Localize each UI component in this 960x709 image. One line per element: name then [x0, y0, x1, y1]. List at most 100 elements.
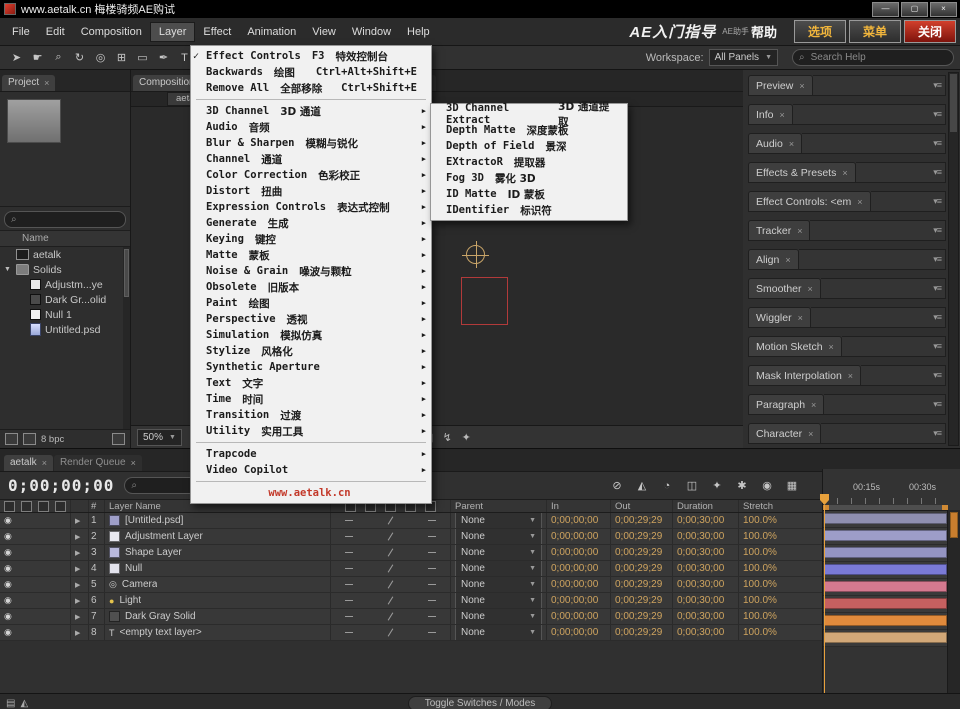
options-button[interactable]: 选项 — [794, 20, 846, 43]
panel-menu-icon[interactable]: ▾≡ — [933, 167, 941, 178]
layer-bar-row[interactable] — [823, 545, 960, 562]
layer-duration-bar[interactable] — [824, 564, 947, 575]
effect-menu-item[interactable]: Utility 实用工具 — [191, 423, 431, 439]
layer-name[interactable]: Camera — [122, 579, 158, 590]
toggle-switches-modes-button[interactable]: Toggle Switches / Modes — [408, 696, 553, 709]
layer-in-time[interactable]: 0;00;00;00 — [546, 609, 610, 624]
layer-row[interactable]: ◉ ▶ 1 [Untitled.psd] None▼ 0;00;00;00 — [0, 513, 822, 529]
layer-in-time[interactable]: 0;00;00;00 — [546, 561, 610, 576]
parent-dropdown[interactable]: None▼ — [455, 577, 542, 592]
item-label[interactable]: Untitled.psd — [45, 324, 100, 336]
close-panel-icon[interactable]: × — [848, 371, 853, 381]
parent-dropdown[interactable]: None▼ — [455, 545, 542, 560]
effect-menu-item[interactable]: Simulation 模拟仿真 — [191, 327, 431, 343]
interpret-footage-icon[interactable] — [5, 433, 18, 445]
timeline-toggle-icon[interactable]: ▦ — [784, 478, 800, 494]
close-panel-icon[interactable]: × — [785, 255, 790, 265]
project-item-row[interactable]: ▼ Null 1 — [0, 307, 130, 322]
layer-color-swatch[interactable] — [109, 515, 120, 526]
timeline-toggle-icon[interactable]: ⊘ — [609, 478, 625, 494]
timeline-toggle-icon[interactable]: ◫ — [684, 478, 700, 494]
layer-stretch[interactable]: 100.0% — [738, 529, 814, 544]
effect-menu-item[interactable]: 3D Channel 3D 通道 — [191, 103, 431, 119]
panel-tab[interactable]: Audio × — [748, 133, 802, 154]
item-label[interactable]: Solids — [33, 264, 62, 276]
layer-out-time[interactable]: 0;00;29;29 — [610, 577, 672, 592]
tool-icon[interactable]: ↻ — [69, 49, 90, 67]
menubar-item[interactable]: File — [4, 23, 38, 41]
menubar-item[interactable]: Edit — [38, 23, 73, 41]
visibility-eye-icon[interactable]: ◉ — [4, 531, 12, 542]
close-plugin-button[interactable]: 关闭 — [904, 20, 956, 43]
layer-switches[interactable] — [330, 625, 450, 640]
layer-switches[interactable] — [330, 577, 450, 592]
layer-duration[interactable]: 0;00;30;00 — [672, 513, 738, 528]
effect-menu-item[interactable]: Text 文字 — [191, 375, 431, 391]
close-panel-icon[interactable]: × — [829, 342, 834, 352]
panel-tab[interactable]: Preview × — [748, 75, 813, 96]
project-item-row[interactable]: ▼ Solids — [0, 262, 130, 277]
effect-menu-item[interactable]: Channel 通道 — [191, 151, 431, 167]
tab-project[interactable]: Project× — [2, 75, 55, 91]
effect-menu-item[interactable]: Audio 音频 — [191, 119, 431, 135]
panel-menu-icon[interactable]: ▾≡ — [933, 341, 941, 352]
panel-tab[interactable]: Mask Interpolation × — [748, 365, 861, 386]
menubar-item[interactable]: Window — [344, 23, 399, 41]
item-label[interactable]: aetalk — [33, 249, 61, 261]
effect-menu-item[interactable]: Obsolete 旧版本 — [191, 279, 431, 295]
panel-menu-icon[interactable]: ▾≡ — [933, 196, 941, 207]
parent-dropdown[interactable]: None▼ — [455, 561, 542, 576]
effect-menu-item[interactable]: Blur & Sharpen 模糊与锐化 — [191, 135, 431, 151]
layer-switches[interactable] — [330, 545, 450, 560]
effect-menu-item[interactable]: Trapcode — [191, 446, 431, 462]
menu-button[interactable]: 菜单 — [849, 20, 901, 43]
tool-icon[interactable]: ☛ — [27, 49, 48, 67]
parent-dropdown[interactable]: None▼ — [455, 513, 542, 528]
panel-menu-icon[interactable]: ▾≡ — [933, 80, 941, 91]
layer-row[interactable]: ◉ ▶ 2 Adjustment Layer None▼ 0;00;00; — [0, 529, 822, 545]
tool-icon[interactable]: ◎ — [90, 49, 111, 67]
project-item-row[interactable]: ▼ Adjustm...ye — [0, 277, 130, 292]
close-button[interactable]: × — [930, 2, 957, 17]
layer-duration[interactable]: 0;00;30;00 — [672, 593, 738, 608]
layer-bar-row[interactable] — [823, 596, 960, 613]
effect-menu-item[interactable]: Stylize 风格化 — [191, 343, 431, 359]
layer-name[interactable]: <empty text layer> — [120, 627, 202, 638]
dock-scrollbar[interactable] — [948, 72, 959, 446]
effect-menu-item[interactable]: Time 时间 — [191, 391, 431, 407]
project-search-input[interactable] — [21, 213, 119, 226]
submenu-item[interactable]: 3D Channel Extract 3D 通道提取 — [431, 106, 627, 122]
layer-color-swatch[interactable] — [109, 547, 120, 558]
layer-switches[interactable] — [330, 609, 450, 624]
layer-duration-bar[interactable] — [824, 530, 947, 541]
close-panel-icon[interactable]: × — [789, 139, 794, 149]
layer-in-time[interactable]: 0;00;00;00 — [546, 513, 610, 528]
close-panel-icon[interactable]: × — [808, 284, 813, 294]
panel-tab[interactable]: Align × — [748, 249, 799, 270]
number-column-header[interactable]: # — [88, 500, 104, 512]
parent-dropdown[interactable]: None▼ — [455, 609, 542, 624]
menubar-item[interactable]: Effect — [195, 23, 239, 41]
layer-in-time[interactable]: 0;00;00;00 — [546, 545, 610, 560]
layer-duration-bar[interactable] — [824, 547, 947, 558]
layer-duration[interactable]: 0;00;30;00 — [672, 625, 738, 640]
menubar-item[interactable]: Help — [399, 23, 438, 41]
out-column-header[interactable]: Out — [610, 500, 672, 512]
menubar-item[interactable]: Layer — [150, 22, 196, 42]
close-panel-icon[interactable]: × — [808, 429, 813, 439]
timeline-toggle-icon[interactable]: ✱ — [734, 478, 750, 494]
close-panel-icon[interactable]: × — [842, 168, 847, 178]
effect-menu-item[interactable]: Color Correction 色彩校正 — [191, 167, 431, 183]
bottom-toggle-icon[interactable]: ◭ — [20, 698, 28, 709]
layer-out-time[interactable]: 0;00;29;29 — [610, 561, 672, 576]
comp-footer-icon[interactable]: ✦ — [458, 431, 474, 444]
layer-stretch[interactable]: 100.0% — [738, 625, 814, 640]
submenu-item[interactable]: Depth of Field 景深 — [431, 138, 627, 154]
timeline-toggle-icon[interactable]: ◭ — [634, 478, 650, 494]
layer-out-time[interactable]: 0;00;29;29 — [610, 529, 672, 544]
panel-menu-icon[interactable]: ▾≡ — [933, 225, 941, 236]
layer-bar-row[interactable] — [823, 579, 960, 596]
item-label[interactable]: Null 1 — [45, 309, 72, 321]
effect-menu-item[interactable]: Generate 生成 — [191, 215, 431, 231]
layer-in-time[interactable]: 0;00;00;00 — [546, 593, 610, 608]
